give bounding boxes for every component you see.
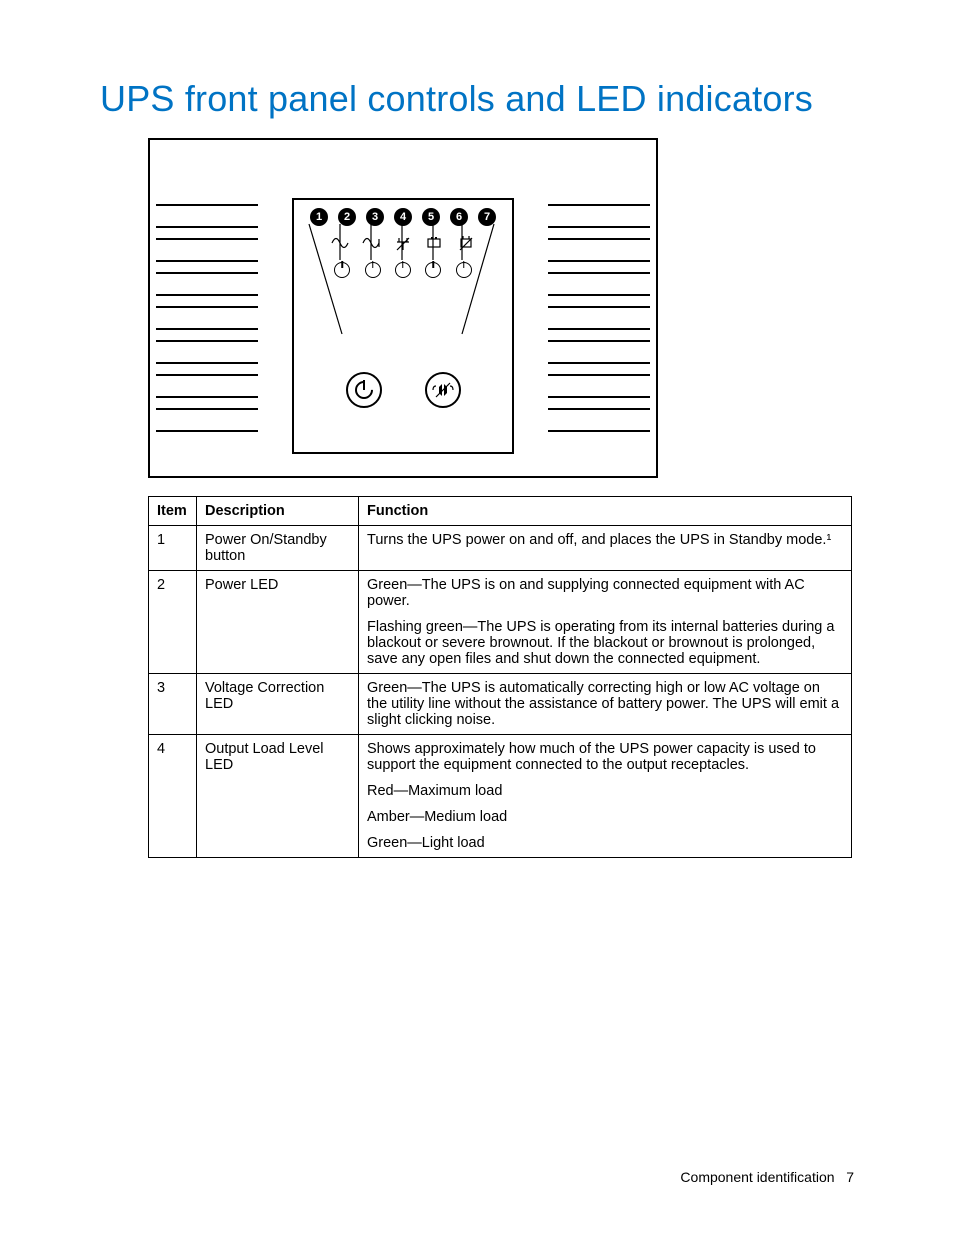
rack-slot	[548, 238, 650, 262]
table-body: 1 Power On/Standby button Turns the UPS …	[149, 526, 852, 858]
controls-table: Item Description Function 1 Power On/Sta…	[148, 496, 852, 858]
col-function: Function	[359, 497, 852, 526]
plug-icon	[455, 236, 477, 252]
callout-1: 1	[310, 208, 328, 226]
callout-row: 1 2 3 4 5 6 7	[294, 208, 512, 226]
callout-4: 4	[394, 208, 412, 226]
table-row: 4 Output Load Level LED Shows approximat…	[149, 735, 852, 858]
power-button-icon	[346, 372, 382, 408]
callout-2: 2	[338, 208, 356, 226]
rack-slot	[156, 408, 258, 432]
power-icon	[395, 262, 411, 278]
power-icon	[456, 262, 472, 278]
cell-item: 2	[149, 571, 197, 674]
power-icon	[425, 262, 441, 278]
page-footer: Component identification 7	[680, 1169, 854, 1185]
table-row: 3 Voltage Correction LED Green—The UPS i…	[149, 674, 852, 735]
rack-slot	[548, 204, 650, 228]
rack-slot	[156, 238, 258, 262]
rack-slot	[156, 204, 258, 228]
rack-area: 1 2 3 4 5 6 7	[150, 204, 656, 442]
table-row: 2 Power LED Green—The UPS is on and supp…	[149, 571, 852, 674]
footer-section: Component identification	[680, 1169, 834, 1185]
col-item: Item	[149, 497, 197, 526]
callout-6: 6	[450, 208, 468, 226]
rack-slots-left	[148, 204, 266, 442]
table-header-row: Item Description Function	[149, 497, 852, 526]
rack-slots-right	[540, 204, 658, 442]
callout-5: 5	[422, 208, 440, 226]
cell-func: Turns the UPS power on and off, and plac…	[359, 526, 852, 571]
rack-slot	[548, 408, 650, 432]
speaker-mute-icon	[431, 380, 455, 400]
rack-slot	[156, 272, 258, 296]
table-row: 1 Power On/Standby button Turns the UPS …	[149, 526, 852, 571]
sine-break-icon	[361, 236, 383, 252]
cell-desc: Voltage Correction LED	[197, 674, 359, 735]
plug-strike-icon	[392, 236, 414, 252]
small-power-row	[294, 262, 512, 278]
front-panel-diagram: 1 2 3 4 5 6 7	[148, 138, 658, 478]
cell-func: Shows approximately how much of the UPS …	[359, 735, 852, 858]
cell-item: 3	[149, 674, 197, 735]
callout-3: 3	[366, 208, 384, 226]
power-icon	[365, 262, 381, 278]
document-page: UPS front panel controls and LED indicat…	[0, 0, 954, 1235]
rack-slot	[156, 340, 258, 364]
rack-slot	[548, 374, 650, 398]
cell-desc: Power LED	[197, 571, 359, 674]
control-panel: 1 2 3 4 5 6 7	[292, 198, 514, 454]
footer-page-number: 7	[846, 1169, 854, 1185]
indicator-icon-row	[294, 236, 512, 252]
rack-slot	[548, 306, 650, 330]
rack-slot	[156, 306, 258, 330]
cell-func: Green—The UPS is on and supplying connec…	[359, 571, 852, 674]
cell-desc: Output Load Level LED	[197, 735, 359, 858]
rack-slot	[548, 272, 650, 296]
col-description: Description	[197, 497, 359, 526]
sine-icon	[329, 236, 351, 252]
power-icon	[334, 262, 350, 278]
battery-icon	[423, 236, 445, 252]
cell-item: 4	[149, 735, 197, 858]
cell-desc: Power On/Standby button	[197, 526, 359, 571]
rack-slot	[156, 374, 258, 398]
button-row	[294, 372, 512, 408]
cell-item: 1	[149, 526, 197, 571]
alarm-silence-icon	[425, 372, 461, 408]
cell-func: Green—The UPS is automatically correctin…	[359, 674, 852, 735]
page-heading: UPS front panel controls and LED indicat…	[100, 78, 854, 120]
callout-7: 7	[478, 208, 496, 226]
rack-slot	[548, 340, 650, 364]
